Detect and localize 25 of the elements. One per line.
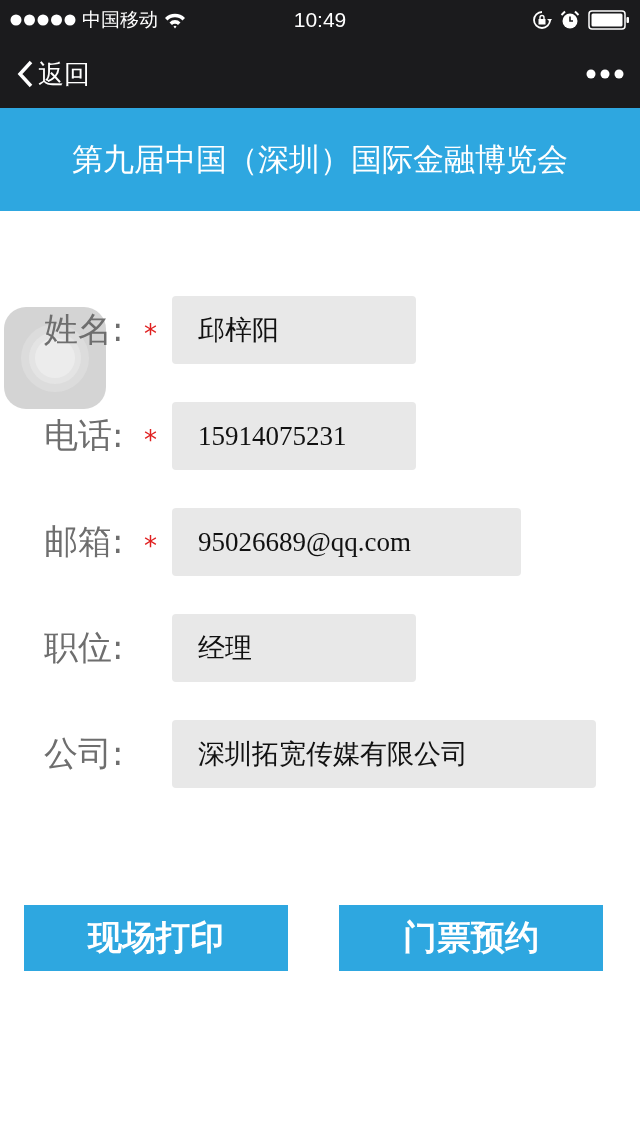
page-title: 第九届中国（深圳）国际金融博览会 [72,139,568,179]
signal-icon [10,14,76,26]
field-label: 职位: [44,626,125,669]
battery-icon [588,10,630,30]
input-field[interactable]: 深圳拓宽传媒有限公司 [172,720,596,788]
field-label: 姓名: [44,308,125,351]
clock-time: 10:49 [293,8,347,32]
rotation-lock-icon [532,10,552,30]
required-mark: * [144,531,158,561]
field-label: 邮箱: [44,520,125,563]
required-mark: * [144,425,158,455]
back-button[interactable]: 返回 [16,56,90,92]
field-label: 电话: [44,414,125,457]
carrier-name: 中国移动 [82,7,158,32]
input-field[interactable]: 邱梓阳 [172,296,416,364]
assistive-touch-button[interactable] [4,307,106,409]
input-field[interactable]: 经理 [172,614,416,682]
input-field[interactable]: 15914075231 [172,402,416,470]
wifi-icon [164,11,186,29]
more-icon[interactable] [586,69,624,79]
required-mark: * [144,319,158,349]
input-field[interactable]: 95026689@qq.com [172,508,521,576]
field-label: 公司: [44,732,125,775]
alarm-icon [560,10,580,30]
back-chevron-icon [16,59,34,89]
